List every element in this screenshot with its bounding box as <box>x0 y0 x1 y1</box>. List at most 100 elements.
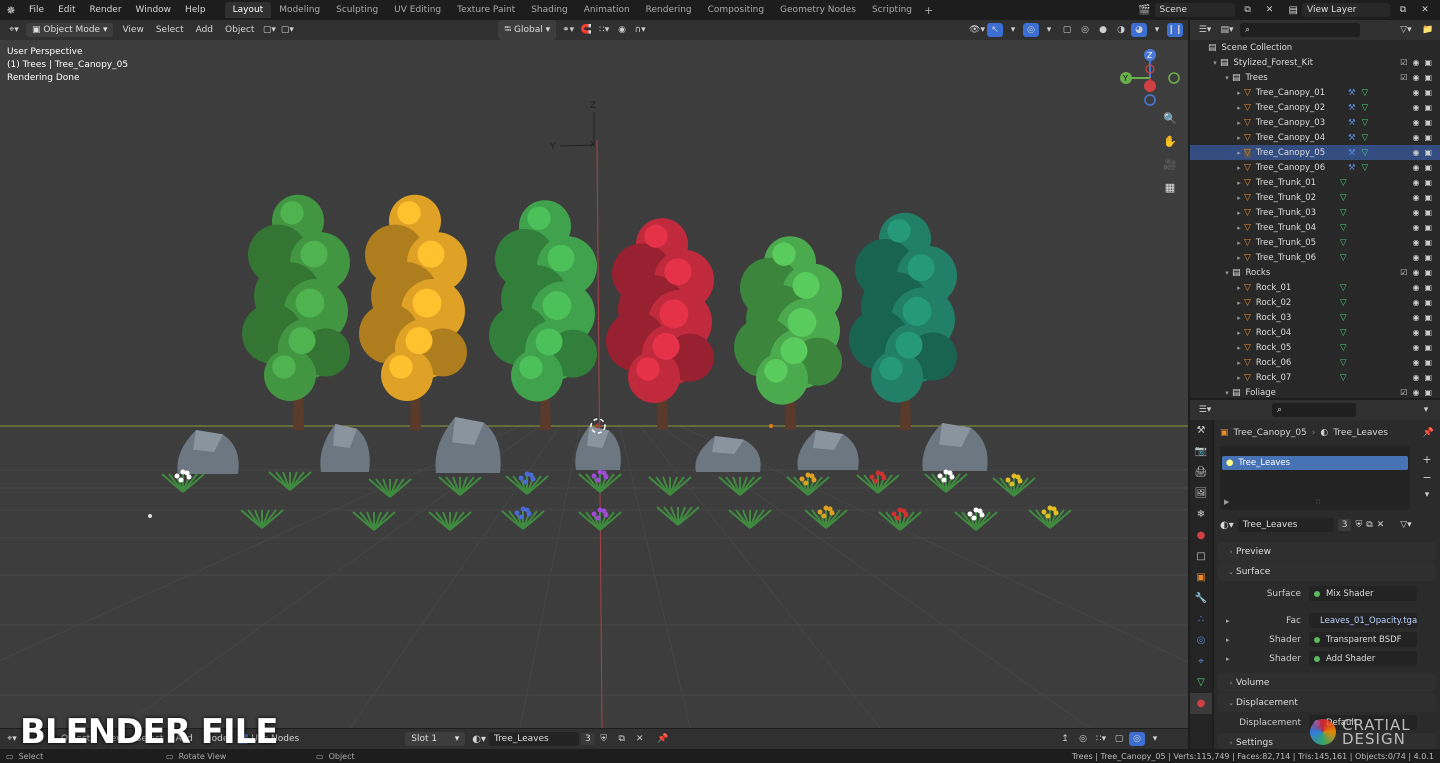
outliner-row[interactable]: ▸ ▽ Rock_01 ▽ ◉ ▣ <box>1190 280 1440 295</box>
socket-expand-icon[interactable]: ▸ <box>1226 617 1230 625</box>
outliner-row[interactable]: ▸ ▽ Rock_06 ▽ ◉ ▣ <box>1190 355 1440 370</box>
gizmo-dropdown-icon[interactable]: ▾ <box>1005 23 1021 37</box>
outliner-row[interactable]: ▸ ▽ Tree_Trunk_01 ▽ ◉ ▣ <box>1190 175 1440 190</box>
slot-specials-icon[interactable]: ▾ <box>1419 488 1435 502</box>
workspace-tab-compositing[interactable]: Compositing <box>700 2 772 18</box>
new-scene-icon[interactable]: ⧉ <box>1240 3 1256 17</box>
workspace-tab-uv-editing[interactable]: UV Editing <box>386 2 449 18</box>
viewport-menu-object[interactable]: Object <box>219 23 260 37</box>
workspace-tab-modeling[interactable]: Modeling <box>271 2 328 18</box>
properties-options-icon[interactable]: ▾ <box>1418 403 1434 417</box>
surface-panel-header[interactable]: ⌄ Surface <box>1218 562 1436 581</box>
expand-arrow-icon[interactable]: ▸ <box>1234 104 1244 112</box>
input-value-field[interactable]: Add Shader <box>1309 651 1417 666</box>
expand-arrow-icon[interactable]: ▸ <box>1234 374 1244 382</box>
outliner-row[interactable]: ▾ ▤ Trees ☑ ◉ ▣ <box>1190 70 1440 85</box>
modifier-wrench-icon[interactable]: ⚒ <box>1348 148 1356 158</box>
eye-icon[interactable]: ◉ <box>1412 373 1419 382</box>
expand-arrow-icon[interactable]: ▸ <box>1234 224 1244 232</box>
eye-icon[interactable]: ◉ <box>1412 298 1419 307</box>
socket-expand-icon[interactable]: ▸ <box>1226 655 1230 663</box>
material-user-count[interactable]: 3 <box>1337 519 1352 531</box>
mesh-data-icon[interactable]: ▽ <box>1340 238 1347 248</box>
new-collection-icon[interactable]: 📁 <box>1420 23 1436 37</box>
overlay-toggle-icon[interactable]: ◎ <box>1023 23 1039 37</box>
collapse-arrow-icon[interactable]: ▾ <box>1222 269 1232 277</box>
mesh-data-icon[interactable]: ▽ <box>1340 208 1347 218</box>
eye-icon[interactable]: ◉ <box>1412 358 1419 367</box>
camera-icon[interactable]: ▣ <box>1424 178 1432 187</box>
eye-icon[interactable]: ◉ <box>1412 328 1419 337</box>
camera-icon[interactable]: ▣ <box>1424 118 1432 127</box>
shader-pin-icon[interactable]: 📌 <box>655 732 671 746</box>
display-mode-icon[interactable]: ▤▾ <box>1219 23 1235 37</box>
expand-arrow-icon[interactable]: ▸ <box>1234 149 1244 157</box>
shader-fake-user-icon[interactable]: ⛨ <box>596 732 612 746</box>
delete-scene-icon[interactable]: ✕ <box>1262 3 1278 17</box>
eye-icon[interactable]: ◉ <box>1412 178 1419 187</box>
constraints-tab-icon[interactable]: ⌖ <box>1190 651 1212 672</box>
camera-view-icon[interactable]: 🎥 <box>1160 154 1180 174</box>
workspace-tab-scripting[interactable]: Scripting <box>864 2 920 18</box>
scene-tab-icon[interactable]: ❄ <box>1190 504 1212 525</box>
outliner-row[interactable]: ▸ ▽ Tree_Trunk_02 ▽ ◉ ▣ <box>1190 190 1440 205</box>
mesh-data-icon[interactable]: ▽ <box>1340 358 1347 368</box>
transform-tool-icon[interactable]: ▢▾ <box>279 23 295 37</box>
zoom-icon[interactable]: 🔍 <box>1160 108 1180 128</box>
outliner-editor-type-icon[interactable]: ☰▾ <box>1197 23 1213 37</box>
snap-icon[interactable]: 🧲 <box>578 23 594 37</box>
shader-snap-dropdown-icon[interactable]: ∷▾ <box>1093 732 1109 746</box>
outliner-row[interactable]: ▾ ▤ Rocks ☑ ◉ ▣ <box>1190 265 1440 280</box>
eye-icon[interactable]: ◉ <box>1412 133 1419 142</box>
overlay-dropdown-icon[interactable]: ▾ <box>1041 23 1057 37</box>
data-tab-icon[interactable]: ▽ <box>1190 672 1212 693</box>
workspace-tab-sculpting[interactable]: Sculpting <box>328 2 386 18</box>
workspace-tab-layout[interactable]: Layout <box>224 2 272 18</box>
tool-tab-icon[interactable]: ⚒ <box>1190 420 1212 441</box>
shader-snap-icon[interactable]: ↥ <box>1057 732 1073 746</box>
mesh-data-icon[interactable]: ▽ <box>1340 283 1347 293</box>
duplicate-material-icon[interactable]: ⧉ <box>1366 520 1372 530</box>
eye-icon[interactable]: ◉ <box>1412 103 1419 112</box>
outliner-row[interactable]: ▤ Scene Collection <box>1190 40 1440 55</box>
workspace-tab-shading[interactable]: Shading <box>523 2 576 18</box>
camera-icon[interactable]: ▣ <box>1424 148 1432 157</box>
mesh-data-icon[interactable]: ▽ <box>1340 328 1347 338</box>
editor-type-icon[interactable]: ⌖▾ <box>6 23 22 37</box>
eye-icon[interactable]: ◉ <box>1412 283 1419 292</box>
eye-icon[interactable]: ◉ <box>1412 238 1419 247</box>
camera-icon[interactable]: ▣ <box>1424 253 1432 262</box>
mesh-data-icon[interactable]: ▽ <box>1362 88 1369 98</box>
camera-icon[interactable]: ▣ <box>1424 58 1432 67</box>
expand-arrow-icon[interactable]: ▸ <box>1234 299 1244 307</box>
outliner-row[interactable]: ▸ ▽ Rock_07 ▽ ◉ ▣ <box>1190 370 1440 385</box>
menu-help[interactable]: Help <box>178 5 213 15</box>
mesh-data-icon[interactable]: ▽ <box>1362 148 1369 158</box>
socket-expand-icon[interactable]: ▸ <box>1226 636 1230 644</box>
input-value-field[interactable]: Transparent BSDF <box>1309 632 1417 647</box>
scene-icon[interactable]: 🎬 <box>1138 5 1150 16</box>
shader-overlay-icon[interactable]: ◎ <box>1075 732 1091 746</box>
pivot-icon[interactable]: ⚭▾ <box>560 23 576 37</box>
outliner-row[interactable]: ▸ ▽ Tree_Trunk_04 ▽ ◉ ▣ <box>1190 220 1440 235</box>
mesh-data-icon[interactable]: ▽ <box>1340 298 1347 308</box>
material-name-field[interactable]: Tree_Leaves <box>1237 518 1334 532</box>
preview-panel-header[interactable]: › Preview <box>1218 542 1436 561</box>
expand-arrow-icon[interactable]: ▸ <box>1234 89 1244 97</box>
shader-editor-type-icon[interactable]: ⌖▾ <box>4 732 20 746</box>
viewport-menu-add[interactable]: Add <box>190 23 219 37</box>
world-tab-icon[interactable]: ● <box>1190 525 1212 546</box>
camera-icon[interactable]: ▣ <box>1424 328 1432 337</box>
volume-panel-header[interactable]: › Volume <box>1218 673 1436 692</box>
camera-icon[interactable]: ▣ <box>1424 343 1432 352</box>
perspective-grid-icon[interactable]: ▦ <box>1160 177 1180 197</box>
particles-tab-icon[interactable]: ∴ <box>1190 609 1212 630</box>
collapse-arrow-icon[interactable]: ▾ <box>1222 74 1232 82</box>
input-value-field[interactable]: Leaves_01_Opacity.tga <box>1309 613 1417 628</box>
shader-user-count[interactable]: 3 <box>580 733 595 745</box>
outliner-row[interactable]: ▸ ▽ Tree_Canopy_05 ⚒ ▽ ◉ ▣ <box>1190 145 1440 160</box>
mesh-data-icon[interactable]: ▽ <box>1362 118 1369 128</box>
camera-icon[interactable]: ▣ <box>1424 268 1432 277</box>
view-layer-field[interactable]: View Layer <box>1302 3 1390 17</box>
modifier-wrench-icon[interactable]: ⚒ <box>1348 163 1356 173</box>
